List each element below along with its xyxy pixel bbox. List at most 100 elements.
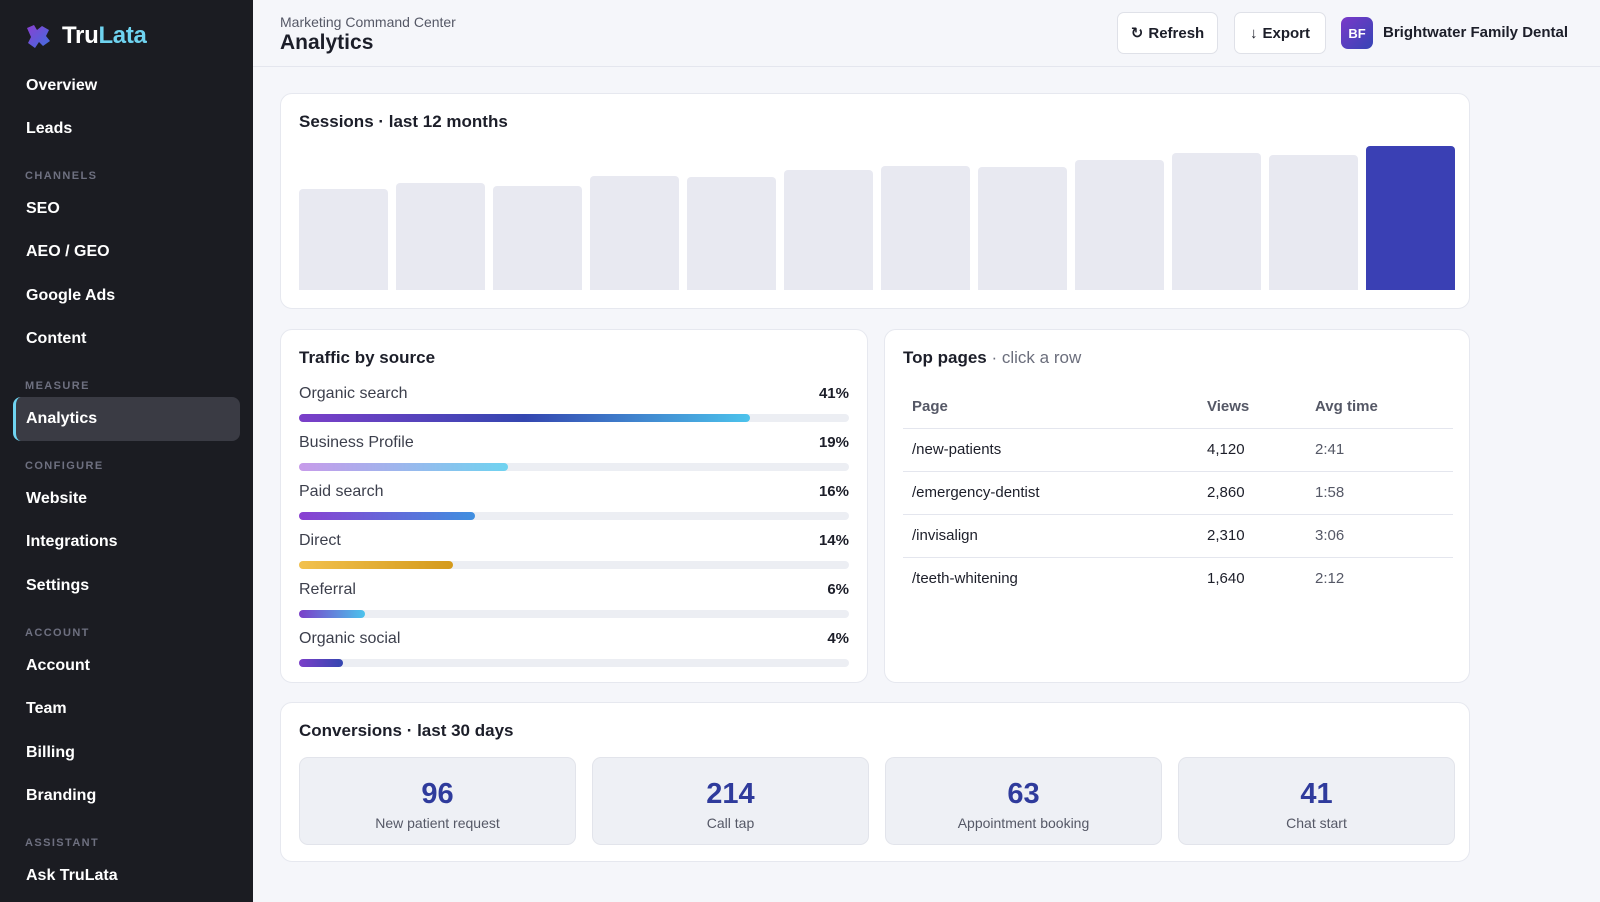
arrow-down-icon: ↓: [1249, 24, 1258, 42]
traffic-source-track: [299, 414, 849, 422]
conversion-tile: 214 Call tap: [592, 757, 869, 845]
top-pages-table: Page Views Avg time /new-patients 4,120 2:…: [903, 386, 1453, 600]
refresh-icon: ↻: [1130, 25, 1144, 42]
traffic-source-label: Direct: [299, 532, 341, 549]
page-path-cell: /teeth-whitening: [912, 570, 1018, 588]
traffic-source-label: Organic social: [299, 630, 401, 647]
refresh-label: Refresh: [1148, 24, 1205, 42]
traffic-source-percent: 41%: [818, 385, 849, 402]
sessions-bar[interactable]: [687, 177, 776, 290]
traffic-card: Traffic by source Organic search 41% Busin…: [280, 329, 868, 683]
sessions-bar[interactable]: [1366, 146, 1455, 290]
nav-item-billing[interactable]: Billing: [13, 731, 240, 775]
sessions-title: Sessions · last 12 months: [299, 112, 508, 131]
conversion-label: Call tap: [706, 815, 755, 831]
logo[interactable]: TruLata: [24, 22, 147, 50]
sessions-bar[interactable]: [1269, 155, 1358, 290]
top-pages-title: Top pages · click a row: [903, 348, 1082, 367]
page-path-cell: /invisalign: [903, 514, 1198, 558]
traffic-source-label: Referral: [299, 581, 356, 598]
nav-item-analytics[interactable]: Analytics: [13, 397, 240, 441]
traffic-source-fill: [299, 561, 453, 569]
conversion-label: Appointment booking: [957, 815, 1090, 831]
table-row[interactable]: /invisalign 2,310 3:06: [903, 514, 1453, 558]
table-row[interactable]: /teeth-whitening 1,640 2:12: [903, 557, 1453, 600]
avg-time-cell: 2:41: [1306, 428, 1453, 472]
traffic-source-fill: [299, 463, 508, 471]
nav-item-branding[interactable]: Branding: [13, 774, 240, 818]
nav-item-google-ads[interactable]: Google Ads: [13, 274, 240, 318]
nav-item-aeo-geo[interactable]: AEO / GEO: [13, 230, 240, 274]
traffic-source-percent: 16%: [818, 483, 849, 500]
nav-item-ask-trulata[interactable]: Ask TruLata: [13, 854, 240, 898]
nav-item-overview[interactable]: Overview: [13, 64, 240, 108]
sessions-bar[interactable]: [590, 176, 679, 290]
nav-item-content[interactable]: Content: [13, 317, 240, 361]
traffic-title: Traffic by source: [299, 348, 436, 367]
table-header-row: Page Views Avg time: [903, 386, 1453, 429]
column-header-views: Views: [1198, 386, 1306, 429]
traffic-source-percent: 14%: [818, 532, 849, 549]
conversion-value: 96: [421, 778, 454, 810]
nav-item-website[interactable]: Website: [13, 477, 240, 521]
nav-section-account: ACCOUNT: [25, 627, 90, 639]
traffic-source-track: [299, 659, 849, 667]
topbar: Marketing Command Center Analytics ↻ Ref…: [253, 0, 1600, 67]
table-row[interactable]: /new-patients 4,120 2:41: [903, 428, 1453, 472]
conversions-card: Conversions · last 30 days 96 New patient…: [280, 702, 1470, 862]
traffic-source-label: Paid search: [299, 483, 384, 500]
views-cell: 2,860: [1198, 471, 1306, 515]
org-avatar[interactable]: BF: [1341, 17, 1373, 49]
sessions-bar[interactable]: [784, 170, 873, 290]
export-label: Export: [1262, 24, 1310, 42]
sessions-card: Sessions · last 12 months: [280, 93, 1470, 309]
traffic-source-track: [299, 610, 849, 618]
refresh-button[interactable]: ↻ Refresh: [1117, 12, 1218, 54]
nav-item-integrations[interactable]: Integrations: [13, 520, 240, 564]
traffic-source-label: Organic search: [299, 385, 408, 402]
nav-section-assistant: ASSISTANT: [25, 837, 100, 849]
nav-section-channels: CHANNELS: [25, 170, 98, 182]
traffic-source-fill: [299, 414, 750, 422]
traffic-source-fill: [299, 512, 475, 520]
page-title: Analytics: [280, 31, 374, 54]
traffic-source-percent: 4%: [827, 630, 849, 647]
sidebar: TruLata Overview Leads CHANNELS SEO AEO …: [0, 0, 253, 902]
conversion-label: Chat start: [1286, 815, 1347, 831]
nav-item-team[interactable]: Team: [13, 687, 240, 731]
breadcrumb[interactable]: Marketing Command Center: [280, 14, 456, 30]
sessions-bar[interactable]: [978, 167, 1067, 290]
nav-item-account[interactable]: Account: [13, 644, 240, 688]
conversion-tile: 63 Appointment booking: [885, 757, 1162, 845]
conversion-value: 41: [1300, 778, 1333, 810]
traffic-source-track: [299, 561, 849, 569]
sessions-bar[interactable]: [881, 166, 970, 290]
nav-section-measure: MEASURE: [25, 380, 90, 392]
conversion-tile: 41 Chat start: [1178, 757, 1455, 845]
org-name[interactable]: Brightwater Family Dental: [1383, 24, 1568, 41]
nav-item-settings[interactable]: Settings: [13, 564, 240, 608]
table-row[interactable]: /emergency-dentist 2,860 1:58: [903, 471, 1453, 515]
traffic-source-fill: [299, 610, 365, 618]
top-pages-card: Top pages · click a row Page Views Avg t…: [884, 329, 1470, 683]
sessions-bar[interactable]: [299, 189, 388, 290]
nav-item-leads[interactable]: Leads: [13, 107, 240, 151]
conversion-value: 214: [706, 778, 755, 810]
sessions-bar[interactable]: [493, 186, 582, 290]
traffic-source-track: [299, 512, 849, 520]
nav-item-seo[interactable]: SEO: [13, 187, 240, 231]
conversion-label: New patient request: [375, 815, 500, 831]
sessions-bar[interactable]: [1172, 153, 1261, 290]
avg-time-cell: 3:06: [1306, 514, 1453, 558]
traffic-source-percent: 6%: [827, 581, 849, 598]
export-button[interactable]: ↓ Export: [1234, 12, 1326, 54]
conversion-value: 63: [1007, 778, 1040, 810]
nav-section-configure: CONFIGURE: [25, 460, 104, 472]
conversions-title: Conversions · last 30 days: [299, 721, 514, 740]
page-path-cell: /emergency-dentist: [903, 471, 1198, 515]
logo-text: TruLata: [62, 22, 147, 49]
column-header-avg-time: Avg time: [1306, 386, 1453, 429]
logo-puzzle-icon: [27, 25, 50, 48]
sessions-bar[interactable]: [396, 183, 485, 290]
sessions-bar[interactable]: [1075, 160, 1164, 290]
